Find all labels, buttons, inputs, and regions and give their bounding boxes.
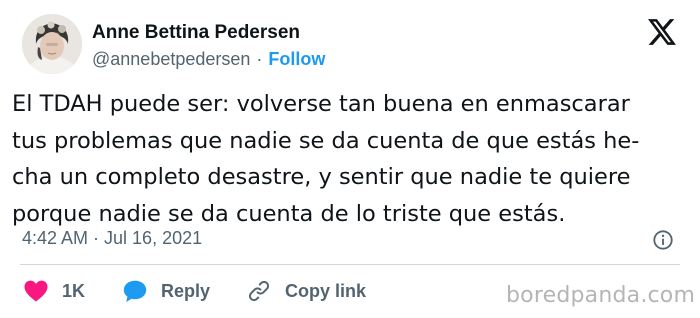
info-icon[interactable]	[652, 229, 674, 251]
avatar-photo	[22, 14, 82, 74]
link-icon	[248, 280, 270, 302]
reply-label: Reply	[161, 280, 211, 301]
tweet-card: Anne Bettina Pedersen @annebetpedersen · F…	[0, 0, 700, 318]
follow-button[interactable]: Follow	[268, 49, 325, 69]
divider	[20, 264, 680, 265]
handle-separator: ·	[256, 49, 263, 69]
x-logo-icon[interactable]	[648, 19, 676, 45]
author-handle[interactable]: @annebetpedersen	[92, 49, 250, 69]
reply-button[interactable]: Reply	[123, 276, 210, 306]
avatar[interactable]	[22, 14, 82, 74]
author-name[interactable]: Anne Bettina Pedersen	[92, 22, 300, 44]
tweet-timestamp[interactable]: 4:42 AM · Jul 16, 2021	[22, 228, 202, 249]
copy-link-label: Copy link	[285, 280, 367, 301]
copy-link-button[interactable]: Copy link	[247, 276, 366, 306]
tweet-text: El TDAH puede ser: volverse tan buena en…	[12, 91, 640, 227]
like-button[interactable]: 1K	[24, 276, 85, 306]
speech-bubble-icon	[123, 280, 147, 302]
watermark: boredpanda.com	[506, 283, 696, 308]
heart-icon	[24, 280, 48, 302]
like-count: 1K	[62, 280, 86, 301]
author-handle-line: @annebetpedersen · Follow	[92, 49, 325, 70]
